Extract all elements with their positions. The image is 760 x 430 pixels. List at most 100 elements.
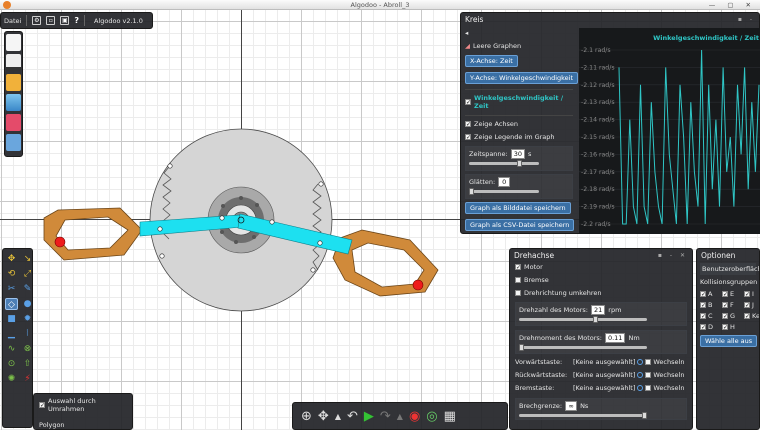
smoothing-input[interactable]: 0 [498, 177, 511, 187]
move-tool-icon[interactable]: ✥ [5, 253, 18, 265]
hinge-tool-icon[interactable]: ⊙ [5, 358, 18, 370]
x-axis-button[interactable]: X-Achse: Zeit [465, 55, 518, 67]
break-limit-input[interactable]: ∞ [565, 401, 578, 411]
play-icon[interactable]: ▶ [364, 409, 374, 424]
help-icon[interactable]: ? [74, 16, 79, 25]
rotate-tool-icon[interactable]: ⟲ [5, 268, 18, 280]
collision-group-checkbox[interactable]: ✓ [744, 291, 750, 298]
collision-group-checkbox[interactable]: ✓ [700, 313, 706, 320]
pan-icon[interactable]: ✥ [318, 409, 329, 424]
backward-key-value[interactable]: [Keine ausgewählt] [573, 371, 635, 379]
y-tick-label: -2.14 rad/s [581, 117, 615, 124]
motor-checkbox[interactable]: ✓ [515, 264, 521, 271]
box-tool-icon[interactable]: ■ [5, 313, 18, 325]
show-axes-checkbox[interactable]: ✓ [465, 121, 471, 128]
tracer-tool-icon[interactable]: ✺ [5, 373, 18, 385]
redo-icon[interactable]: ↷ [380, 409, 391, 424]
collision-group-item[interactable]: ✓ J [744, 301, 759, 309]
reset-scene-icon[interactable]: ◉ [409, 409, 420, 424]
ui-tab[interactable]: Benutzeroberfläche [700, 263, 759, 275]
save-icon[interactable] [6, 94, 21, 111]
timespan-slider[interactable] [469, 160, 539, 167]
scale-tool-icon[interactable]: ⤢ [21, 268, 34, 280]
collision-group-item[interactable]: ✓ B [700, 301, 722, 309]
reverse-checkbox[interactable] [515, 290, 521, 296]
spring-tool-icon[interactable]: ∿ [5, 343, 18, 355]
y-axis-button[interactable]: Y-Achse: Winkelgeschwindigkeit [465, 72, 579, 84]
angular-velocity-graph[interactable]: -2.1 rad/s -2.11 rad/s -2.12 rad/s -2.13 ra… [579, 28, 760, 234]
expand-icon[interactable]: ▲ [335, 412, 341, 421]
brake-toggle-checkbox[interactable] [645, 385, 652, 391]
motor-speed-input[interactable]: 21 [590, 305, 606, 315]
torque-slider[interactable] [519, 344, 647, 351]
collision-group-checkbox[interactable]: ✓ [700, 324, 706, 331]
collision-group-checkbox[interactable]: ✓ [744, 302, 750, 309]
collision-group-item[interactable]: ✓ G [722, 312, 744, 320]
thruster-tool-icon[interactable]: ⇧ [21, 358, 34, 370]
sketch-tool-icon[interactable]: ✎ [21, 283, 34, 295]
collision-group-checkbox[interactable]: ✓ [744, 313, 750, 320]
plane-tool-icon[interactable]: ▁ [5, 328, 18, 340]
collision-group-checkbox[interactable]: ✓ [722, 324, 728, 331]
collision-group-item[interactable]: ✓ E [722, 290, 744, 298]
laser-tool-icon[interactable]: ⚡ [21, 373, 34, 385]
image-icon[interactable]: ▣ [60, 16, 70, 25]
menu-datei[interactable]: Datei [4, 17, 21, 25]
collision-group-checkbox[interactable]: ✓ [722, 291, 728, 298]
forward-key-picker[interactable] [637, 359, 644, 365]
break-limit-slider[interactable] [519, 412, 647, 419]
collision-group-item[interactable]: ✓ C [700, 312, 722, 320]
collision-group-item[interactable]: ✓ D [700, 323, 722, 331]
smoothing-slider[interactable] [469, 188, 539, 195]
save-image-button[interactable]: Graph als Bilddatei speichern [465, 202, 571, 214]
polygon-tool-icon[interactable]: ◇ [5, 298, 18, 310]
forward-toggle-checkbox[interactable] [645, 359, 652, 365]
gear-tool-icon[interactable]: ✹ [21, 313, 34, 325]
panel-controls[interactable]: ▪ ‑ [738, 16, 755, 23]
collision-group-checkbox[interactable]: ✓ [722, 313, 728, 320]
panel-controls[interactable]: ▪ ‑ ✕ [658, 252, 688, 259]
forward-key-value[interactable]: [Keine ausgewählt] [573, 358, 635, 366]
new-scene-icon[interactable] [6, 34, 21, 51]
save-csv-button[interactable]: Graph als CSV-Datei speichern [465, 219, 575, 231]
backward-key-picker[interactable] [637, 372, 644, 378]
back-arrow[interactable]: ◂ [465, 29, 573, 37]
collision-group-item[interactable]: ✓ I [744, 290, 759, 298]
circle-tool-icon[interactable]: ● [21, 298, 34, 310]
timespan-input[interactable]: 30 [510, 149, 526, 159]
preferences-icon[interactable] [6, 134, 21, 151]
collision-group-item[interactable]: ✓ A [700, 290, 722, 298]
algobox-icon[interactable] [6, 114, 21, 131]
select-all-button[interactable]: Wähle alle aus [700, 335, 758, 347]
polygon-label[interactable]: Polygon [39, 421, 65, 429]
brake-checkbox[interactable] [515, 277, 521, 283]
collision-group-item[interactable]: ✓Kei [744, 312, 759, 320]
collision-group-checkbox[interactable]: ✓ [722, 302, 728, 309]
fixate-tool-icon[interactable]: ⊗ [21, 343, 34, 355]
backward-toggle-checkbox[interactable] [645, 372, 652, 378]
select-by-outline-checkbox[interactable]: ✓ [39, 402, 45, 409]
drag-tool-icon[interactable]: ↘ [21, 253, 34, 265]
knife-tool-icon[interactable]: ✂ [5, 283, 18, 295]
torque-input[interactable]: 0.11 [604, 333, 626, 343]
brake-key-picker[interactable] [637, 385, 644, 391]
open-folder-icon[interactable] [6, 74, 21, 91]
chain-tool-icon[interactable]: ⦚ [21, 328, 34, 340]
motor-speed-slider[interactable] [519, 316, 647, 323]
collision-group-checkbox[interactable]: ✓ [700, 302, 706, 309]
collision-group-checkbox[interactable]: ✓ [700, 291, 706, 298]
gravity-icon[interactable]: ◎ [426, 409, 437, 424]
show-legend-checkbox[interactable]: ✓ [465, 134, 471, 141]
zoom-icon[interactable]: ⊕ [301, 409, 312, 424]
window-icon[interactable]: ▫ [46, 16, 56, 25]
grid-icon[interactable]: ▦ [444, 409, 456, 424]
brake-key-value[interactable]: [Keine ausgewählt] [573, 384, 635, 392]
collision-group-item[interactable]: ✓ F [722, 301, 744, 309]
series-checkbox[interactable]: ✓ [465, 99, 471, 106]
undo-icon[interactable]: ↶ [347, 409, 358, 424]
collision-group-item[interactable]: ✓ H [722, 323, 744, 331]
clear-graphs-link[interactable]: ◢ Leere Graphen [465, 42, 573, 50]
new-scene-list-icon[interactable] [6, 54, 21, 71]
settings-icon[interactable]: ⚙ [32, 16, 42, 25]
expand-icon-2[interactable]: ▲ [397, 412, 403, 421]
